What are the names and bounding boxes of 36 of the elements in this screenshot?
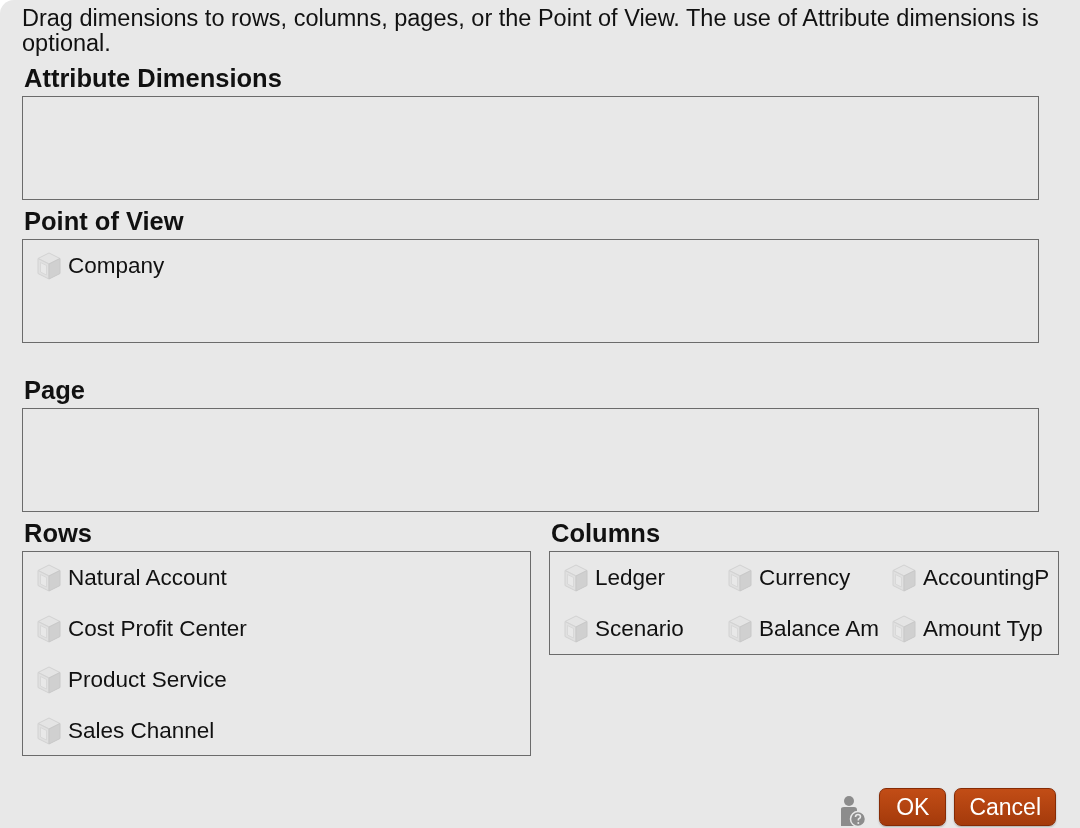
user-help-icon[interactable] <box>838 795 867 827</box>
section-heading: Attribute Dimensions <box>23 65 283 92</box>
section-heading: Rows <box>23 520 93 547</box>
cube-icon <box>37 252 61 280</box>
dimension-item[interactable]: Sales Channel <box>68 718 215 744</box>
cube-icon <box>37 717 61 745</box>
drop-zone[interactable]: Ledger Currency AccountingP Scenario Balance Am Amount Typ <box>549 551 1059 655</box>
cube-icon <box>37 564 61 592</box>
drop-zone[interactable] <box>22 408 1039 512</box>
cube-icon <box>892 615 916 643</box>
dimension-item[interactable]: Scenario <box>595 616 684 642</box>
cube-icon <box>564 564 588 592</box>
drop-zone[interactable]: Company <box>22 239 1039 343</box>
cube-icon <box>37 666 61 694</box>
dimension-item[interactable]: Company <box>68 253 165 279</box>
cancel-button[interactable]: Cancel <box>954 788 1056 826</box>
section-heading: Page <box>23 377 86 404</box>
drop-zone[interactable] <box>22 96 1039 200</box>
dimension-item[interactable]: Ledger <box>595 565 666 591</box>
cube-icon <box>564 615 588 643</box>
dimension-item[interactable]: Balance Am <box>759 616 880 642</box>
cube-icon <box>892 564 916 592</box>
drop-zone[interactable]: Natural Account Cost Profit Center Product Service Sales Channel <box>22 551 531 756</box>
section-heading: Point of View <box>23 208 185 235</box>
dimension-item[interactable]: Currency <box>759 565 851 591</box>
dimension-item[interactable]: Product Service <box>68 667 227 693</box>
ok-button[interactable]: OK <box>879 788 947 826</box>
cube-icon <box>37 615 61 643</box>
dimension-item[interactable]: Cost Profit Center <box>68 616 247 642</box>
dimension-item[interactable]: AccountingP <box>923 565 1050 591</box>
cube-icon <box>728 615 752 643</box>
dimension-item[interactable]: Natural Account <box>68 565 227 591</box>
section-heading: Columns <box>550 520 662 547</box>
cube-icon <box>728 564 752 592</box>
dimension-item[interactable]: Amount Typ <box>923 616 1043 642</box>
instructions-text: Drag dimensions to rows, columns, pages, or the Point of View. The use of Attribute dimensions is optional. <box>22 6 1040 56</box>
